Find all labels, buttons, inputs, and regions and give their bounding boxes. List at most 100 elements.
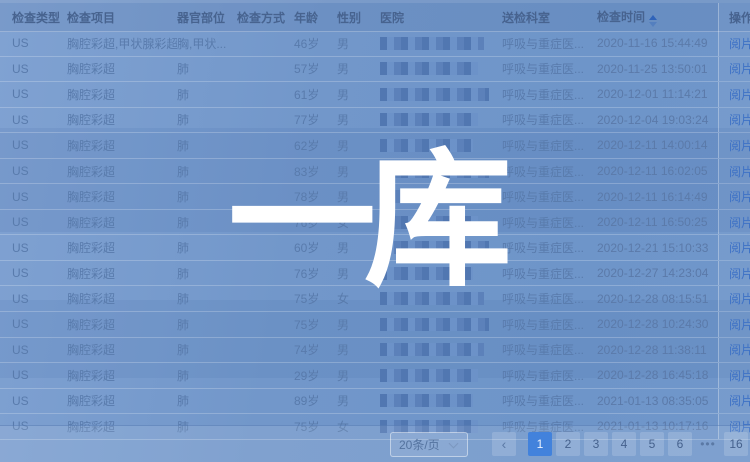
cell-action: 阅片 — [718, 210, 750, 235]
cell-action: 阅片 — [718, 159, 750, 184]
page-button-16[interactable]: 16 — [724, 432, 748, 456]
page-button-5[interactable]: 5 — [640, 432, 664, 456]
page-size-select[interactable]: 20条/页 — [390, 432, 468, 457]
cell-age: 61岁 — [294, 86, 337, 103]
view-film-link[interactable]: 阅片 — [729, 367, 750, 384]
cell-exam-item: 胸腔彩超 — [67, 111, 177, 128]
page-button-6[interactable]: 6 — [668, 432, 692, 456]
cell-exam-time: 2020-11-16 15:44:49 — [597, 36, 718, 50]
view-film-link[interactable]: 阅片 — [729, 239, 750, 256]
hospital-redacted-bar — [380, 165, 489, 178]
cell-gender: 女 — [337, 290, 380, 307]
cell-exam-time: 2020-12-11 16:02:05 — [597, 164, 718, 178]
cell-department: 呼吸与重症医... — [502, 341, 597, 358]
table-row: US 胸腔彩超 肺 60岁 男 呼吸与重症医... 2020-12-21 15:… — [0, 235, 750, 261]
cell-hospital — [380, 394, 502, 407]
cell-department: 呼吸与重症医... — [502, 111, 597, 128]
cell-hospital — [380, 318, 502, 331]
cell-age: 76岁 — [294, 214, 337, 231]
cell-department: 呼吸与重症医... — [502, 265, 597, 282]
cell-exam-time: 2021-01-13 08:35:05 — [597, 394, 718, 408]
cell-action: 阅片 — [718, 82, 750, 107]
cell-exam-type: US — [0, 113, 67, 127]
cell-exam-type: US — [0, 138, 67, 152]
table-row: US 胸腔彩超 肺 75岁 女 呼吸与重症医... 2020-12-28 08:… — [0, 286, 750, 312]
view-film-link[interactable]: 阅片 — [729, 60, 750, 77]
cell-organ-part: 肺 — [177, 111, 237, 128]
cell-age: 57岁 — [294, 60, 337, 77]
view-film-link[interactable]: 阅片 — [729, 214, 750, 231]
cell-age: 89岁 — [294, 392, 337, 409]
cell-exam-type: US — [0, 62, 67, 76]
view-film-link[interactable]: 阅片 — [729, 316, 750, 333]
col-header-exam-time[interactable]: 检查时间 — [597, 8, 718, 27]
table-row: US 胸腔彩超 肺 61岁 男 呼吸与重症医... 2020-12-01 11:… — [0, 82, 750, 108]
cell-action: 阅片 — [718, 286, 750, 311]
cell-organ-part: 肺 — [177, 188, 237, 205]
cell-exam-time: 2020-12-28 16:45:18 — [597, 368, 718, 382]
cell-exam-type: US — [0, 164, 67, 178]
page-button-3[interactable]: 3 — [584, 432, 608, 456]
table-row: US 胸腔彩超 肺 29岁 男 呼吸与重症医... 2020-12-28 16:… — [0, 363, 750, 389]
prev-page-button[interactable]: ‹ — [492, 432, 516, 456]
view-film-link[interactable]: 阅片 — [729, 290, 750, 307]
cell-exam-type: US — [0, 190, 67, 204]
cell-organ-part: 肺 — [177, 137, 237, 154]
cell-department: 呼吸与重症医... — [502, 367, 597, 384]
cell-department: 呼吸与重症医... — [502, 214, 597, 231]
cell-exam-item: 胸腔彩超,甲状腺彩超 — [67, 35, 177, 52]
pagination-bar: 20条/页 ‹ 123456•••16 — [0, 425, 750, 462]
cell-hospital — [380, 37, 502, 50]
cell-action: 阅片 — [718, 235, 750, 260]
cell-exam-type: US — [0, 343, 67, 357]
cell-exam-time: 2020-12-11 14:00:14 — [597, 138, 718, 152]
page-size-value: 20条/页 — [399, 436, 440, 453]
cell-age: 75岁 — [294, 316, 337, 333]
cell-exam-item: 胸腔彩超 — [67, 316, 177, 333]
cell-organ-part: 肺 — [177, 214, 237, 231]
cell-hospital — [380, 113, 502, 126]
cell-action: 阅片 — [718, 338, 750, 363]
cell-age: 29岁 — [294, 367, 337, 384]
cell-exam-type: US — [0, 368, 67, 382]
cell-gender: 男 — [337, 239, 380, 256]
col-header-exam-type: 检查类型 — [0, 9, 67, 26]
cell-gender: 男 — [337, 392, 380, 409]
view-film-link[interactable]: 阅片 — [729, 341, 750, 358]
cell-action: 阅片 — [718, 312, 750, 337]
view-film-link[interactable]: 阅片 — [729, 265, 750, 282]
cell-hospital — [380, 343, 502, 356]
table-row: US 胸腔彩超 肺 76岁 男 呼吸与重症医... 2020-12-27 14:… — [0, 261, 750, 287]
cell-hospital — [380, 369, 502, 382]
view-film-link[interactable]: 阅片 — [729, 35, 750, 52]
cell-exam-type: US — [0, 241, 67, 255]
table-row: US 胸腔彩超 肺 77岁 男 呼吸与重症医... 2020-12-04 19:… — [0, 108, 750, 134]
cell-department: 呼吸与重症医... — [502, 35, 597, 52]
cell-gender: 男 — [337, 367, 380, 384]
cell-exam-type: US — [0, 266, 67, 280]
view-film-link[interactable]: 阅片 — [729, 188, 750, 205]
cell-hospital — [380, 88, 502, 101]
cell-exam-time: 2020-12-04 19:03:24 — [597, 113, 718, 127]
view-film-link[interactable]: 阅片 — [729, 163, 750, 180]
hospital-redacted-bar — [380, 318, 489, 331]
cell-department: 呼吸与重症医... — [502, 60, 597, 77]
view-film-link[interactable]: 阅片 — [729, 86, 750, 103]
page-button-4[interactable]: 4 — [612, 432, 636, 456]
cell-department: 呼吸与重症医... — [502, 86, 597, 103]
cell-hospital — [380, 216, 502, 229]
cell-exam-item: 胸腔彩超 — [67, 137, 177, 154]
hospital-redacted-bar — [380, 394, 473, 407]
page-button-2[interactable]: 2 — [556, 432, 580, 456]
page-ellipsis[interactable]: ••• — [696, 432, 720, 456]
cell-hospital — [380, 241, 502, 254]
sort-asc-icon[interactable] — [649, 15, 657, 27]
cell-exam-time: 2020-12-21 15:10:33 — [597, 241, 718, 255]
hospital-redacted-bar — [380, 343, 484, 356]
view-film-link[interactable]: 阅片 — [729, 392, 750, 409]
view-film-link[interactable]: 阅片 — [729, 111, 750, 128]
hospital-redacted-bar — [380, 216, 478, 229]
table-body: US 胸腔彩超,甲状腺彩超 胸,甲状... 46岁 男 呼吸与重症医... 20… — [0, 31, 750, 440]
view-film-link[interactable]: 阅片 — [729, 137, 750, 154]
page-button-1[interactable]: 1 — [528, 432, 552, 456]
